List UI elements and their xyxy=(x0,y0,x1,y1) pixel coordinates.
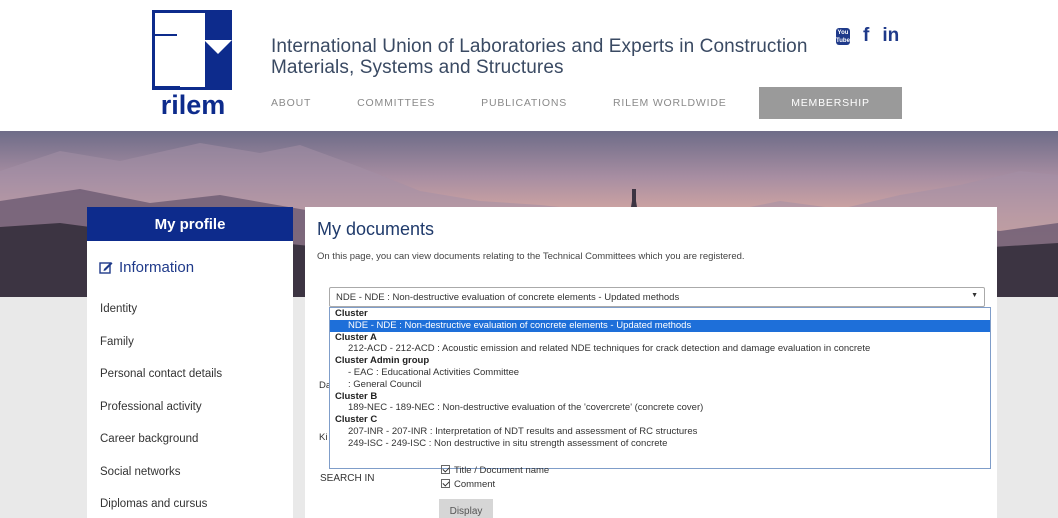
nav-about[interactable]: ABOUT xyxy=(271,97,311,109)
rilem-logo[interactable]: rilem xyxy=(152,10,234,116)
sidebar-title: My profile xyxy=(87,207,293,241)
comment-checkbox-row[interactable]: Comment xyxy=(441,479,495,490)
dropdown-arrow-icon: ▼ xyxy=(971,292,978,299)
edit-icon xyxy=(99,262,113,274)
dropdown-option-207-inr[interactable]: 207-INR - 207-INR : Interpretation of ND… xyxy=(330,426,990,438)
profile-sidebar: My profile Information Identity Family P… xyxy=(87,207,293,518)
linkedin-icon[interactable]: in xyxy=(882,26,899,46)
committee-select-value: NDE - NDE : Non-destructive evaluation o… xyxy=(336,292,680,303)
org-title-line1: International Union of Laboratories and … xyxy=(271,36,808,57)
sidebar-section-information[interactable]: Information xyxy=(87,241,293,293)
committee-dropdown-list[interactable]: Cluster NDE - NDE : Non-destructive eval… xyxy=(329,307,991,469)
sidebar-section-label: Information xyxy=(119,258,195,276)
title-checkbox-label: Title / Document name xyxy=(454,465,550,476)
documents-panel: My documents On this page, you can view … xyxy=(305,207,997,518)
facebook-icon[interactable]: f xyxy=(863,26,869,46)
optgroup-cluster-a: Cluster A xyxy=(335,331,377,343)
comment-checkbox-label: Comment xyxy=(454,479,496,490)
sidebar-item-career-background[interactable]: Career background xyxy=(87,423,293,456)
title-checkbox[interactable] xyxy=(441,465,450,474)
nav-membership-button[interactable]: MEMBERSHIP xyxy=(759,87,902,119)
social-links: You Tube f in xyxy=(836,26,899,46)
sidebar-item-identity[interactable]: Identity xyxy=(87,293,293,326)
optgroup-cluster-c: Cluster C xyxy=(335,414,378,425)
dropdown-option-212-acd[interactable]: 212-ACD - 212-ACD : Acoustic emission an… xyxy=(330,343,990,355)
org-title-line2: Materials, Systems and Structures xyxy=(271,57,564,78)
display-button[interactable]: Display xyxy=(439,499,493,518)
site-header: rilem International Union of Laboratorie… xyxy=(0,0,1058,131)
dropdown-option-eac[interactable]: - EAC : Educational Activities Committee xyxy=(330,367,990,379)
optgroup-cluster-admin-group: Cluster Admin group xyxy=(335,355,430,366)
sidebar-item-family[interactable]: Family xyxy=(87,326,293,359)
sidebar-item-social-networks[interactable]: Social networks xyxy=(87,456,293,489)
sidebar-item-professional-activity[interactable]: Professional activity xyxy=(87,391,293,424)
optgroup-cluster: Cluster xyxy=(335,308,368,319)
sidebar-item-diplomas-and-cursus[interactable]: Diplomas and cursus xyxy=(87,488,293,518)
title-checkbox-row[interactable]: Title / Document name xyxy=(441,465,549,476)
comment-checkbox[interactable] xyxy=(441,479,450,488)
nav-publications[interactable]: PUBLICATIONS xyxy=(481,97,567,109)
dropdown-option-nde[interactable]: NDE - NDE : Non-destructive evaluation o… xyxy=(330,319,990,332)
search-in-label: SEARCH IN xyxy=(320,473,375,484)
sidebar-item-personal-contact-details[interactable]: Personal contact details xyxy=(87,358,293,391)
committee-select[interactable]: NDE - NDE : Non-destructive evaluation o… xyxy=(329,287,985,307)
page-title: My documents xyxy=(317,219,435,239)
logo-text: rilem xyxy=(161,90,226,116)
dropdown-option-189-nec[interactable]: 189-NEC - 189-NEC : Non-destructive eval… xyxy=(330,402,990,414)
optgroup-cluster-b: Cluster B xyxy=(335,390,378,402)
nav-rilem-worldwide[interactable]: RILEM WORLDWIDE xyxy=(613,97,727,109)
organization-title: International Union of Laboratories and … xyxy=(271,36,831,78)
dropdown-option-general-council[interactable]: : General Council xyxy=(330,379,990,391)
page-description: On this page, you can view documents rel… xyxy=(317,251,745,262)
keyword-label-partial: Ki xyxy=(319,432,328,443)
youtube-icon[interactable]: You Tube xyxy=(836,27,850,45)
main-nav: ABOUT COMMITTEES PUBLICATIONS RILEM WORL… xyxy=(271,87,902,119)
dropdown-option-249-isc[interactable]: 249-ISC - 249-ISC : Non destructive in s… xyxy=(330,438,990,450)
nav-committees[interactable]: COMMITTEES xyxy=(357,97,435,109)
